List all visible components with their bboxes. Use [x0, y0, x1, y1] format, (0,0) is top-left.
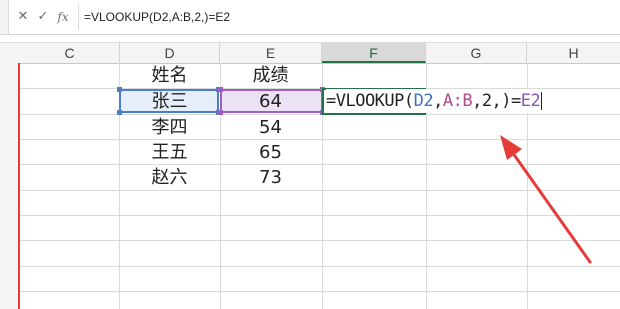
annotation-arrow-icon [500, 135, 592, 264]
spreadsheet-window: ✕ ✓ fx =VLOOKUP(D2,A:B,2,)=E2 C D E F G … [0, 0, 620, 309]
